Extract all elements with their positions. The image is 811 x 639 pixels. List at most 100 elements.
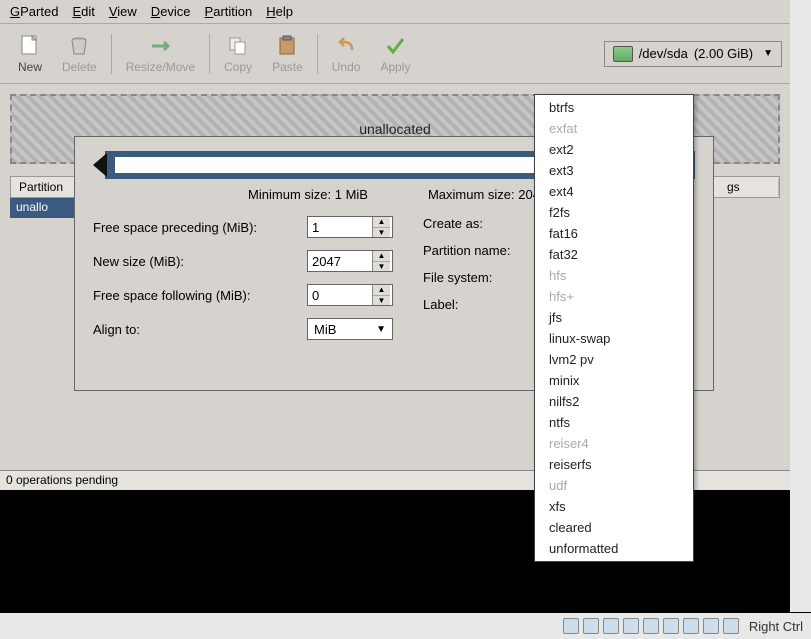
menu-view[interactable]: View	[109, 4, 137, 19]
copy-button: Copy	[214, 32, 262, 76]
menu-edit[interactable]: Edit	[72, 4, 94, 19]
fs-option-xfs[interactable]: xfs	[535, 496, 693, 517]
undo-label: Undo	[332, 60, 361, 74]
vm-cpu-icon[interactable]	[703, 618, 719, 634]
undo-button: Undo	[322, 32, 371, 76]
menu-partition[interactable]: Partition	[205, 4, 253, 19]
new-button[interactable]: New	[8, 32, 52, 76]
menubar: GParted Edit View Device Partition Help	[0, 0, 790, 24]
chevron-down-icon: ▼	[763, 48, 773, 59]
vm-hdd-icon[interactable]	[563, 618, 579, 634]
apply-button: Apply	[370, 32, 420, 76]
filesystem-dropdown[interactable]: btrfsexfatext2ext3ext4f2fsfat16fat32hfsh…	[534, 94, 694, 562]
device-size: (2.00 GiB)	[694, 46, 753, 61]
vm-host-key: Right Ctrl	[749, 619, 803, 634]
free-following-input[interactable]: ▲▼	[307, 284, 393, 306]
fs-option-hfs: hfs	[535, 265, 693, 286]
separator	[209, 34, 210, 74]
fs-option-ntfs[interactable]: ntfs	[535, 412, 693, 433]
menu-device[interactable]: Device	[151, 4, 191, 19]
resize-icon	[148, 34, 172, 58]
vm-statusbar: Right Ctrl	[0, 613, 811, 639]
delete-button: Delete	[52, 32, 107, 76]
fs-option-exfat: exfat	[535, 118, 693, 139]
fs-option-udf: udf	[535, 475, 693, 496]
fs-option-f2fs[interactable]: f2fs	[535, 202, 693, 223]
fs-option-hfs: hfs+	[535, 286, 693, 307]
table-row[interactable]: unallo	[10, 198, 74, 218]
col-flags[interactable]: gs	[719, 178, 779, 196]
paste-button: Paste	[262, 32, 313, 76]
free-following-field[interactable]	[308, 285, 372, 305]
vm-recording-icon[interactable]	[663, 618, 679, 634]
vm-network-icon[interactable]	[683, 618, 699, 634]
toolbar: New Delete Resize/Move Copy Paste Undo A…	[0, 24, 790, 84]
chevron-down-icon: ▼	[376, 324, 386, 335]
vm-usb-icon[interactable]	[603, 618, 619, 634]
free-preceding-input[interactable]: ▲▼	[307, 216, 393, 238]
separator	[111, 34, 112, 74]
paste-icon	[275, 34, 299, 58]
col-partition[interactable]: Partition	[11, 178, 75, 196]
max-size-label: Maximum size: 204	[428, 187, 540, 202]
fs-option-reiserfs[interactable]: reiserfs	[535, 454, 693, 475]
copy-label: Copy	[224, 60, 252, 74]
fs-option-minix[interactable]: minix	[535, 370, 693, 391]
fs-option-ext3[interactable]: ext3	[535, 160, 693, 181]
fs-option-linuxswap[interactable]: linux-swap	[535, 328, 693, 349]
fs-option-jfs[interactable]: jfs	[535, 307, 693, 328]
fs-option-fat16[interactable]: fat16	[535, 223, 693, 244]
new-size-label: New size (MiB):	[93, 254, 184, 269]
menu-gparted[interactable]: GParted	[10, 4, 58, 19]
delete-label: Delete	[62, 60, 97, 74]
fs-option-lvm2pv[interactable]: lvm2 pv	[535, 349, 693, 370]
new-size-input[interactable]: ▲▼	[307, 250, 393, 272]
vm-display-icon[interactable]	[643, 618, 659, 634]
free-following-label: Free space following (MiB):	[93, 288, 251, 303]
label-label: Label:	[423, 297, 458, 312]
new-icon	[18, 34, 42, 58]
fs-option-reiser4: reiser4	[535, 433, 693, 454]
fs-option-btrfs[interactable]: btrfs	[535, 97, 693, 118]
resize-label: Resize/Move	[126, 60, 195, 74]
paste-label: Paste	[272, 60, 303, 74]
unallocated-label: unallocated	[359, 121, 431, 137]
fs-option-nilfs2[interactable]: nilfs2	[535, 391, 693, 412]
slider-handle-left[interactable]	[93, 153, 107, 177]
free-preceding-field[interactable]	[308, 217, 372, 237]
disk-icon	[613, 46, 633, 62]
create-as-label: Create as:	[423, 216, 483, 231]
align-to-select[interactable]: MiB ▼	[307, 318, 393, 340]
window-edge	[790, 0, 811, 612]
partition-name-label: Partition name:	[423, 243, 510, 258]
device-selector[interactable]: /dev/sda (2.00 GiB) ▼	[604, 41, 782, 67]
vm-optical-icon[interactable]	[583, 618, 599, 634]
file-system-label: File system:	[423, 270, 492, 285]
menu-help[interactable]: Help	[266, 4, 293, 19]
device-path: /dev/sda	[639, 46, 688, 61]
spin-up-icon[interactable]: ▲	[373, 285, 390, 296]
fs-option-unformatted[interactable]: unformatted	[535, 538, 693, 559]
free-preceding-label: Free space preceding (MiB):	[93, 220, 257, 235]
apply-label: Apply	[380, 60, 410, 74]
min-size-label: Minimum size: 1 MiB	[248, 187, 368, 202]
separator	[317, 34, 318, 74]
fs-option-cleared[interactable]: cleared	[535, 517, 693, 538]
spin-up-icon[interactable]: ▲	[373, 251, 390, 262]
undo-icon	[334, 34, 358, 58]
fs-option-fat32[interactable]: fat32	[535, 244, 693, 265]
fs-option-ext2[interactable]: ext2	[535, 139, 693, 160]
spin-up-icon[interactable]: ▲	[373, 217, 390, 228]
copy-icon	[226, 34, 250, 58]
vm-mouse-icon[interactable]	[723, 618, 739, 634]
apply-icon	[383, 34, 407, 58]
status-text: 0 operations pending	[6, 473, 118, 487]
spin-down-icon[interactable]: ▼	[373, 296, 390, 306]
resize-button: Resize/Move	[116, 32, 205, 76]
new-size-field[interactable]	[308, 251, 372, 271]
spin-down-icon[interactable]: ▼	[373, 262, 390, 272]
vm-shared-icon[interactable]	[623, 618, 639, 634]
fs-option-ext4[interactable]: ext4	[535, 181, 693, 202]
spin-down-icon[interactable]: ▼	[373, 228, 390, 238]
trash-icon	[67, 34, 91, 58]
